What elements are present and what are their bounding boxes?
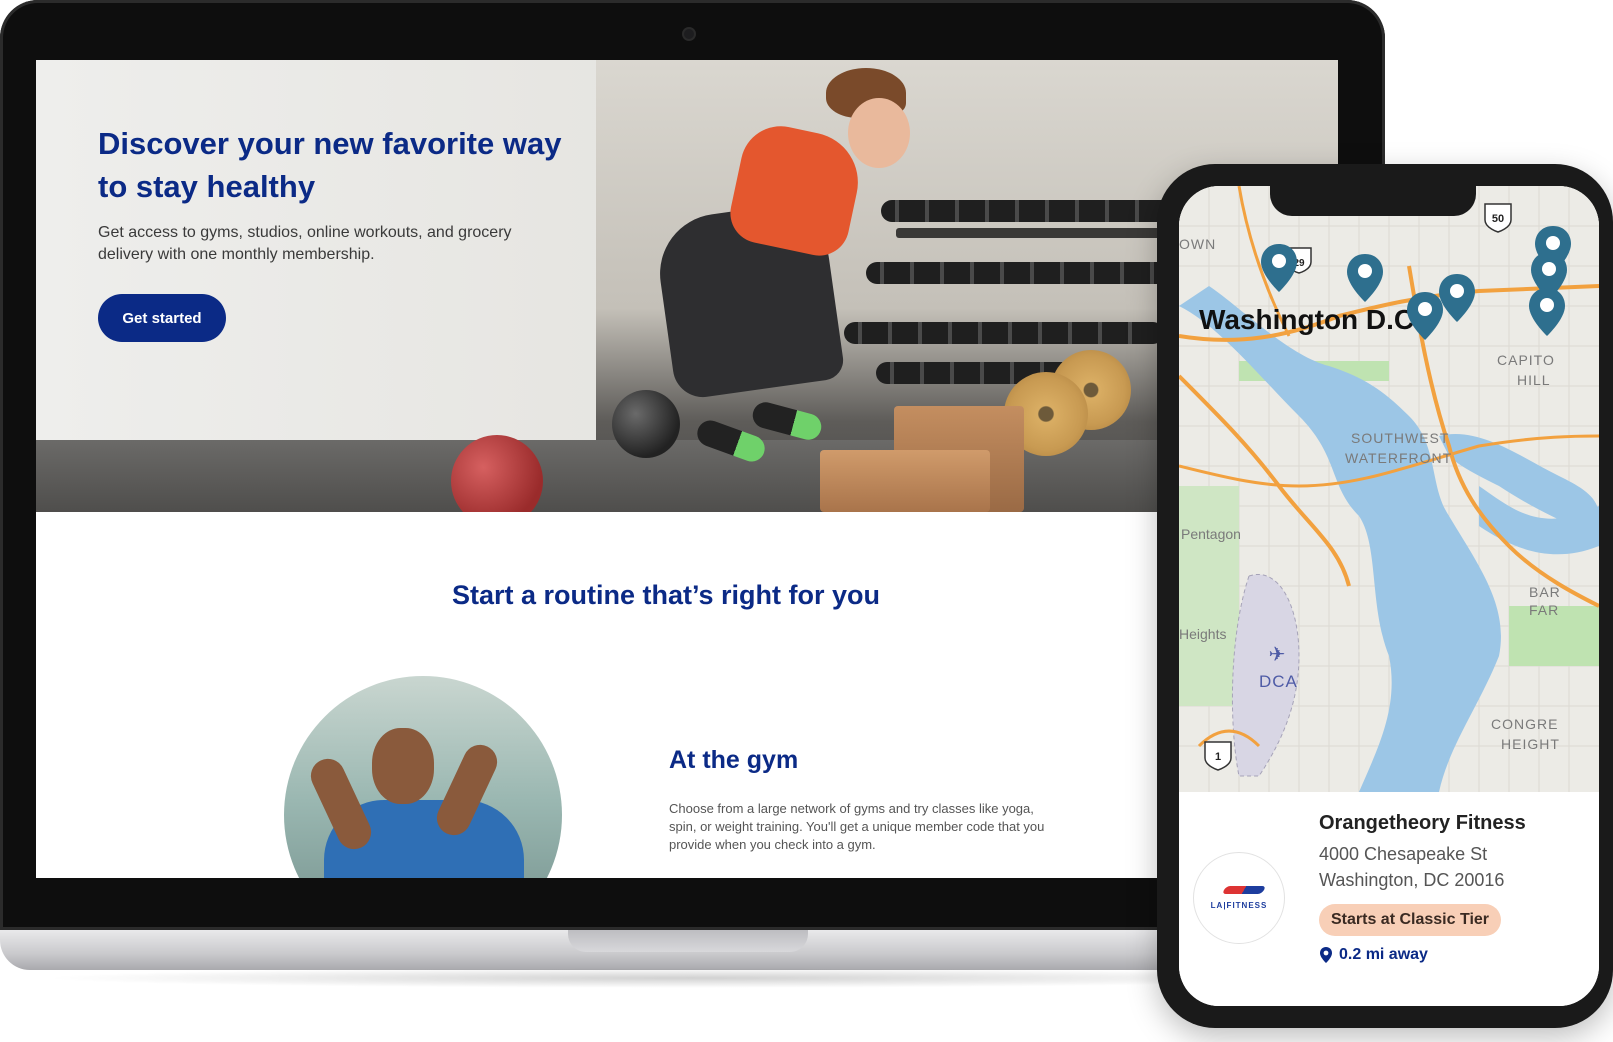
tier-badge: Starts at Classic Tier bbox=[1319, 904, 1502, 936]
gym-name[interactable]: Orangetheory Fitness bbox=[1319, 812, 1526, 835]
hero-title: Discover your new favorite way to stay h… bbox=[98, 126, 562, 204]
routine-section-title: Start a routine that’s right for you bbox=[451, 580, 881, 610]
route-shield-50: 50 bbox=[1484, 203, 1512, 233]
gym-floor bbox=[36, 440, 1338, 512]
map-label-washington: Washington D.C bbox=[1199, 304, 1415, 335]
map-label-southwest: SOUTHWEST bbox=[1351, 430, 1450, 446]
map-label-dca: DCA bbox=[1259, 672, 1298, 691]
map-label-heights: Heights bbox=[1179, 626, 1227, 642]
phone-frame: 50 29 1 ✈ OWN Washington D.C CAPITO HILL… bbox=[1157, 164, 1613, 1028]
gym-address-line1: 4000 Chesapeake St bbox=[1319, 844, 1488, 864]
location-pin-icon bbox=[1320, 947, 1332, 963]
dumbbell-row bbox=[881, 200, 1181, 222]
map-label-own: OWN bbox=[1179, 236, 1217, 252]
gym-logo: LA|FITNESS bbox=[1193, 852, 1285, 944]
gym-listing-card[interactable]: LA|FITNESS Orangetheory Fitness 4000 Che… bbox=[1179, 792, 1599, 1006]
map-pin-icon[interactable] bbox=[1345, 252, 1385, 304]
phone-notch bbox=[1270, 186, 1476, 216]
at-gym-heading: At the gym bbox=[669, 746, 799, 774]
map-label-congre: CONGRE bbox=[1491, 716, 1559, 732]
map-label-pentagon: Pentagon bbox=[1181, 526, 1241, 542]
dumbbell-rack bbox=[896, 228, 1186, 238]
map-label-height: HEIGHT bbox=[1501, 736, 1560, 752]
plyo-box bbox=[820, 450, 990, 512]
map-pin-icon[interactable] bbox=[1527, 286, 1567, 338]
at-gym-photo bbox=[284, 676, 562, 878]
laptop-opening-notch bbox=[568, 930, 808, 952]
gym-address-line2: Washington, DC 20016 bbox=[1319, 870, 1505, 890]
laptop-screen: Discover your new favorite way to stay h… bbox=[36, 60, 1338, 878]
map-pin-icon[interactable] bbox=[1259, 242, 1299, 294]
svg-text:50: 50 bbox=[1492, 213, 1504, 225]
logo-swoosh-icon bbox=[1221, 886, 1267, 894]
phone-screen: 50 29 1 ✈ OWN Washington D.C CAPITO HILL… bbox=[1179, 186, 1599, 1006]
laptop-camera bbox=[684, 29, 694, 39]
gym-map[interactable]: 50 29 1 ✈ OWN Washington D.C CAPITO HILL… bbox=[1179, 186, 1599, 792]
medicine-ball-black bbox=[612, 390, 680, 458]
dumbbell-row bbox=[866, 262, 1186, 284]
logo-text: LA|FITNESS bbox=[1210, 901, 1268, 910]
distance-text: 0.2 mi away bbox=[1339, 946, 1428, 963]
map-label-hill: HILL bbox=[1517, 372, 1551, 388]
route-shield-1: 1 bbox=[1204, 741, 1232, 771]
hero-section: Discover your new favorite way to stay h… bbox=[36, 60, 1338, 512]
dumbbell-row bbox=[844, 322, 1164, 344]
arlington-park bbox=[1179, 486, 1239, 706]
hero-subtitle: Get access to gyms, studios, online work… bbox=[98, 224, 512, 263]
map-label-bar: BAR bbox=[1529, 584, 1561, 600]
man-head bbox=[372, 728, 434, 804]
map-pin-icon[interactable] bbox=[1437, 272, 1477, 324]
svg-text:1: 1 bbox=[1215, 751, 1221, 763]
get-started-button[interactable]: Get started bbox=[98, 294, 226, 342]
airport-icon: ✈ bbox=[1269, 642, 1286, 666]
map-label-capitol: CAPITO bbox=[1497, 352, 1555, 368]
athlete-head bbox=[848, 98, 910, 168]
laptop-shadow bbox=[40, 968, 1340, 988]
distance-row: 0.2 mi away bbox=[1319, 946, 1428, 964]
map-label-far: FAR bbox=[1529, 602, 1560, 618]
at-gym-description: Choose from a large network of gyms and … bbox=[669, 801, 1045, 852]
map-label-waterfront: WATERFRONT bbox=[1345, 450, 1453, 466]
